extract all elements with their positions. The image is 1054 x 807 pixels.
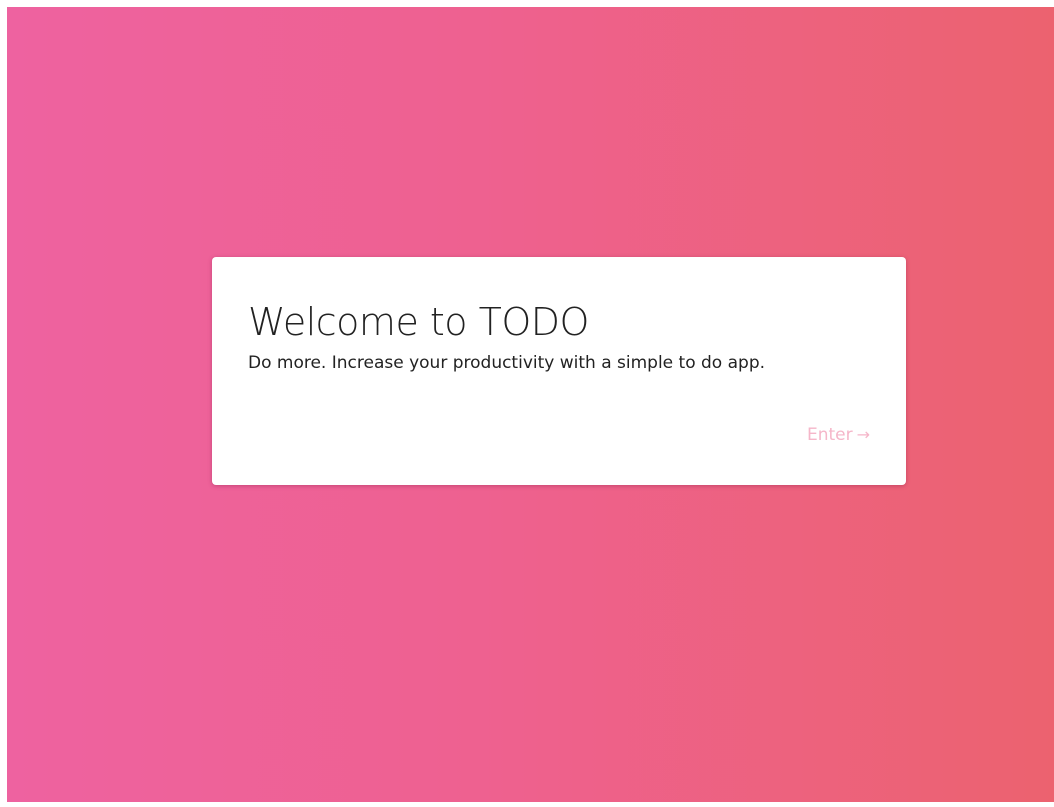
enter-label: Enter bbox=[806, 425, 853, 445]
welcome-title: Welcome to TODO bbox=[248, 300, 589, 344]
welcome-subtitle: Do more. Increase your productivity with… bbox=[248, 353, 766, 373]
enter-link[interactable]: Enter → bbox=[807, 424, 870, 446]
arrow-right-icon: → bbox=[856, 425, 870, 444]
gradient-background: Welcome to TODO Do more. Increase your p… bbox=[7, 7, 1054, 802]
welcome-card: Welcome to TODO Do more. Increase your p… bbox=[212, 257, 906, 485]
